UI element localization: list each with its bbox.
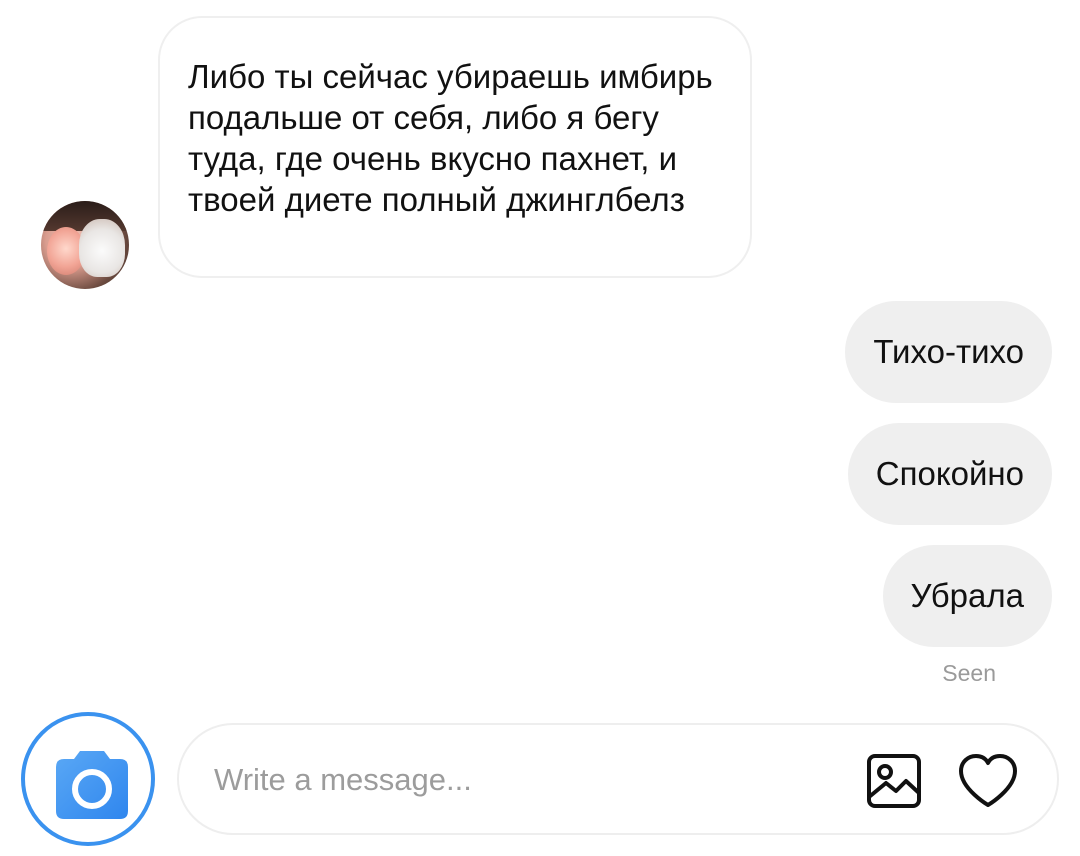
image-icon[interactable] — [866, 753, 922, 809]
message-composer[interactable]: Write a message... — [177, 723, 1059, 835]
outgoing-message-bubble[interactable]: Убрала — [882, 545, 1052, 647]
seen-status: Seen — [942, 660, 996, 686]
outgoing-message-bubble[interactable]: Тихо-тихо — [845, 301, 1052, 403]
heart-icon[interactable] — [957, 753, 1019, 809]
camera-button[interactable] — [21, 712, 155, 846]
avatar-cat — [79, 219, 125, 277]
camera-icon — [56, 751, 128, 819]
chat-thread: Либо ты сейчас убираешь имбирь подальше … — [0, 0, 1080, 856]
message-input[interactable]: Write a message... — [214, 763, 472, 797]
incoming-message-bubble[interactable]: Либо ты сейчас убираешь имбирь подальше … — [158, 16, 752, 278]
avatar[interactable] — [41, 201, 129, 289]
outgoing-message-bubble[interactable]: Спокойно — [847, 423, 1052, 525]
